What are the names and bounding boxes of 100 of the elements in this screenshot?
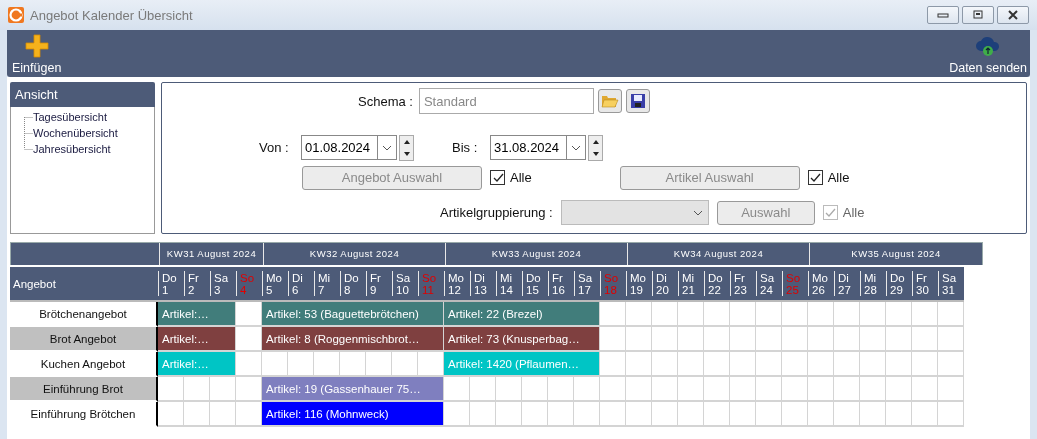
calendar-cell [834, 327, 860, 352]
from-label: Von : [259, 140, 290, 155]
offer-bar[interactable]: Artikel:… [158, 327, 236, 352]
calendar-cell [938, 352, 964, 377]
calendar-cell [730, 327, 756, 352]
maximize-icon [972, 10, 984, 20]
calendar-cell [886, 327, 912, 352]
chevron-down-icon [692, 209, 703, 216]
from-date-field[interactable]: 01.08.2024 [301, 135, 397, 160]
calendar-cell [470, 377, 496, 402]
calendar-cell [730, 377, 756, 402]
calendar-cell [886, 402, 912, 427]
calendar-cell [912, 327, 938, 352]
calendar-cell [600, 302, 626, 327]
plus-icon [24, 34, 49, 58]
calendar-cell [808, 377, 834, 402]
offer-bar[interactable]: Artikel: 53 (Baguettebrötchen) [262, 302, 444, 327]
day-header: Sa 24 [756, 271, 782, 296]
calendar-cell [756, 352, 782, 377]
offer-bar[interactable]: Artikel: 116 (Mohnweck) [262, 402, 444, 427]
calendar-cell [652, 302, 678, 327]
day-header: Fr 30 [912, 271, 938, 296]
minimize-icon [937, 11, 949, 19]
calendar-cell [808, 402, 834, 427]
tree-item[interactable]: Tagesübersicht [33, 111, 107, 123]
tree-lines-drawing [23, 117, 33, 150]
calendar-cell [886, 302, 912, 327]
calendar-cell [912, 302, 938, 327]
day-header: Mi 28 [860, 271, 886, 296]
calendar-cell [912, 352, 938, 377]
checkbox[interactable] [490, 170, 505, 185]
offer-bar[interactable]: Artikel: 19 (Gassenhauer 75… [262, 377, 444, 402]
week-header: KW31 August 2024 [159, 243, 263, 265]
calendar-cell [652, 327, 678, 352]
offer-bar[interactable]: Artikel: 8 (Roggenmischbrot… [262, 327, 444, 352]
calendar-cell [678, 402, 704, 427]
offer-bar[interactable]: Artikel:… [158, 302, 236, 327]
grouping-label: Artikelgruppierung : [440, 205, 553, 220]
calendar-cell [678, 302, 704, 327]
day-header: Di 27 [834, 271, 860, 296]
row-label: Brot Angebot [10, 327, 158, 352]
calendar-cell [938, 302, 964, 327]
day-header: Sa 17 [574, 271, 600, 296]
day-header: Mo 19 [626, 271, 652, 296]
schema-field[interactable]: Standard [418, 88, 594, 114]
calendar-cell [626, 327, 652, 352]
cloud-upload-icon [975, 34, 1002, 58]
maximize-button[interactable] [962, 6, 994, 24]
day-header: Fr 2 [184, 271, 210, 296]
offer-bar[interactable]: Artikel: 73 (Knusperbag… [444, 327, 600, 352]
column-header: Angebot [12, 276, 57, 292]
calendar-cell [834, 302, 860, 327]
calendar-cell [808, 352, 834, 377]
calendar-cell [860, 302, 886, 327]
folder-icon [600, 93, 619, 109]
calendar-cell [756, 327, 782, 352]
day-header: Do 1 [158, 271, 184, 296]
day-header: Mo 5 [262, 271, 288, 296]
spin-buttons[interactable] [588, 134, 603, 161]
calendar-cell [704, 352, 730, 377]
calendar-cell [574, 402, 600, 427]
calendar-cell [782, 377, 808, 402]
calendar-cell [158, 377, 184, 402]
close-button[interactable] [997, 6, 1029, 24]
calendar-cell [496, 402, 522, 427]
save-button[interactable] [625, 89, 650, 113]
checkbox[interactable] [807, 170, 823, 185]
calendar-cell [730, 402, 756, 427]
week-header: KW34 August 2024 [627, 243, 809, 265]
spin-buttons[interactable] [399, 134, 414, 161]
day-header: Mi 14 [496, 271, 522, 296]
calendar-cell [600, 352, 626, 377]
calendar-cell [158, 402, 184, 427]
calendar-cell [938, 377, 964, 402]
offer-bar[interactable]: Artikel: 22 (Brezel) [444, 302, 600, 327]
calendar-cell [574, 377, 600, 402]
day-header: Mi 7 [314, 271, 340, 296]
calendar-cell [210, 377, 236, 402]
day-header: Do 22 [704, 271, 730, 296]
day-header: Sa 3 [210, 271, 236, 296]
app-icon [8, 7, 24, 23]
calendar-cell [756, 302, 782, 327]
calendar-cell [938, 327, 964, 352]
minimize-button[interactable] [927, 6, 959, 24]
calendar-cell [522, 377, 548, 402]
calendar-cell [548, 377, 574, 402]
calendar-cell [522, 402, 548, 427]
checkbox-label: Alle [510, 170, 532, 185]
calendar-cell [444, 377, 470, 402]
calendar-cell [626, 302, 652, 327]
calendar-cell [600, 402, 626, 427]
send-data-button[interactable]: Daten senden [947, 34, 1029, 75]
calendar-cell [886, 352, 912, 377]
tree-item[interactable]: Jahresübersicht [33, 143, 111, 155]
insert-button[interactable]: Einfügen [10, 34, 64, 75]
panel-header: Ansicht [10, 82, 155, 107]
checkbox-label: Alle [842, 205, 865, 220]
checkbox-label: Alle [827, 170, 850, 185]
to-date-field[interactable]: 31.08.2024 [490, 135, 586, 160]
tree-item[interactable]: Wochenübersicht [33, 127, 118, 139]
